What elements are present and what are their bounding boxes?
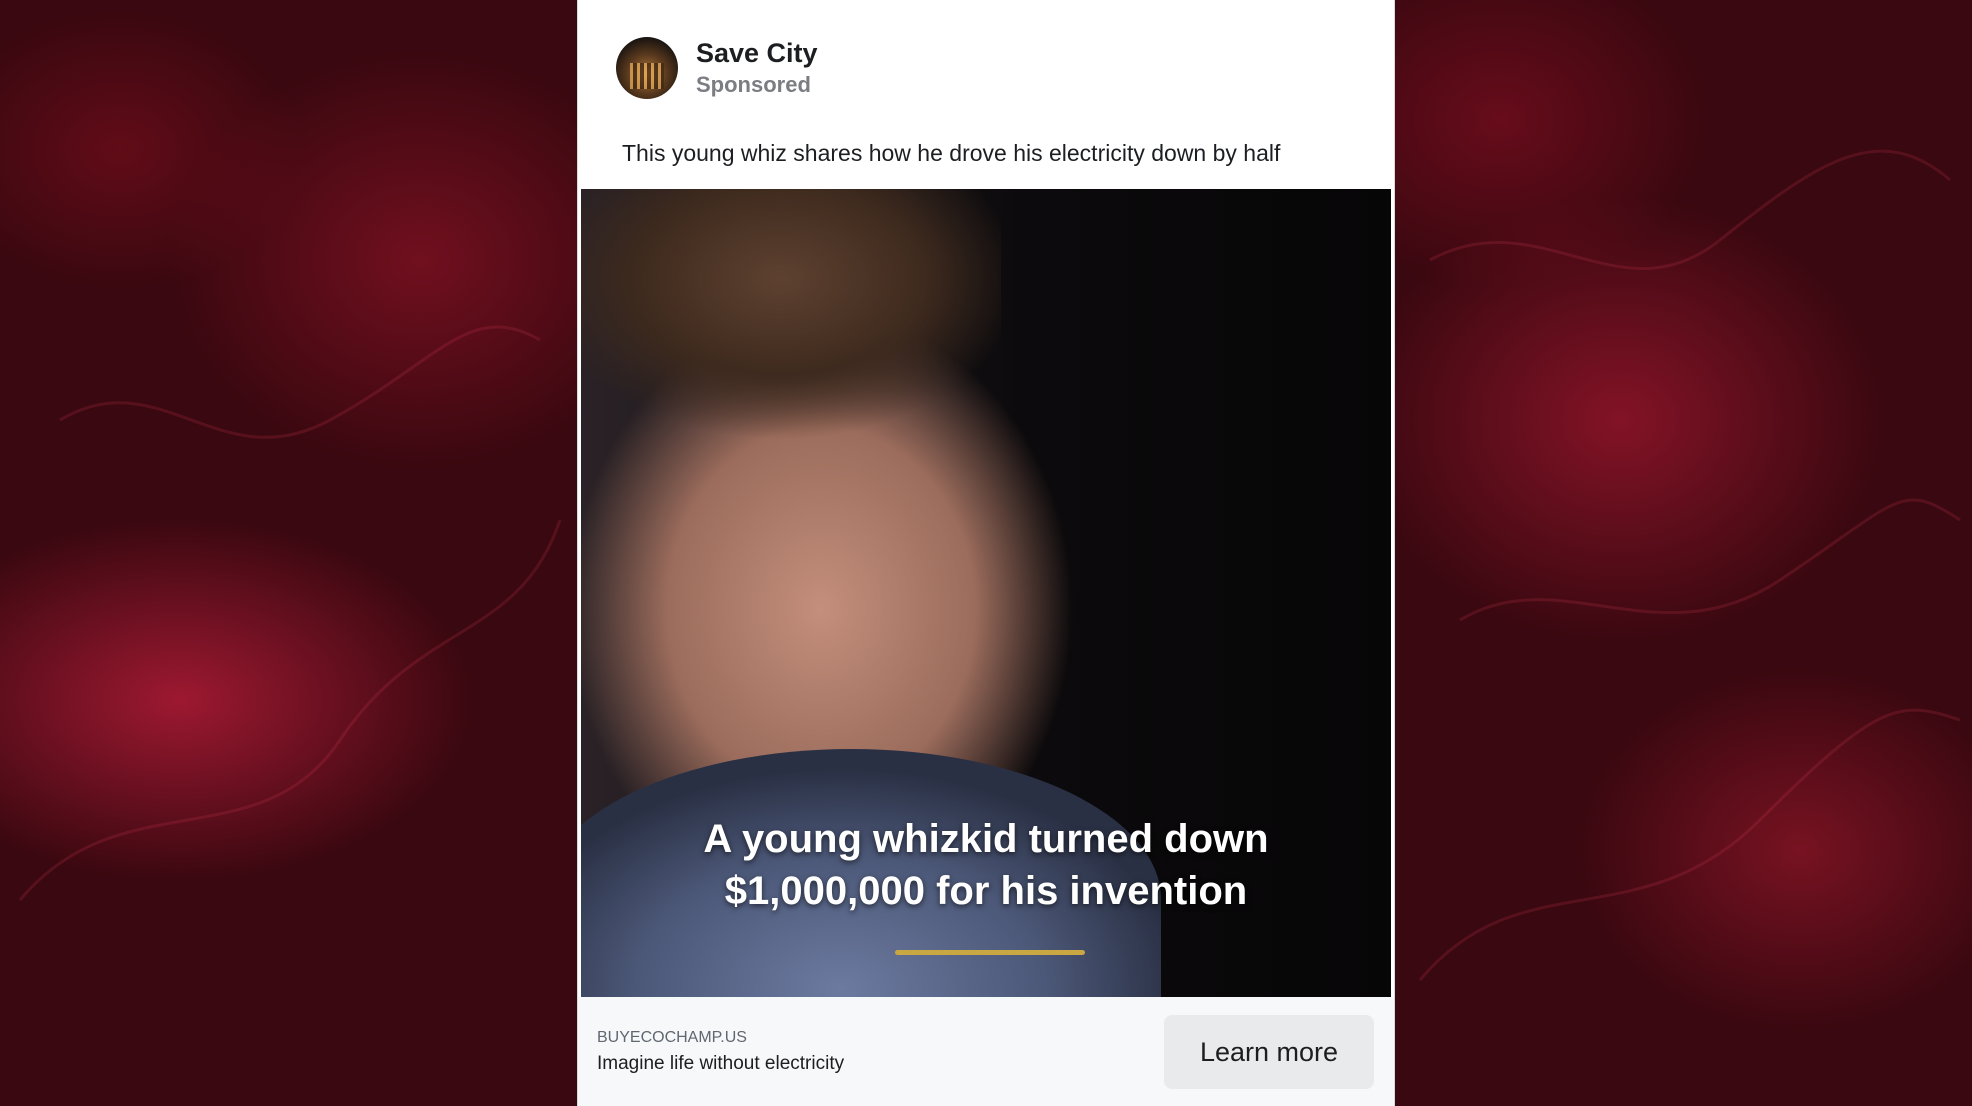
page-name-link[interactable]: Save City — [696, 36, 818, 70]
learn-more-button[interactable]: Learn more — [1164, 1015, 1374, 1089]
post-caption: This young whiz shares how he drove his … — [622, 140, 1281, 166]
overlay-line-2: $1,000,000 for his invention — [724, 869, 1248, 913]
sponsored-label[interactable]: Sponsored — [696, 70, 818, 100]
video-accent-bar — [895, 950, 1085, 955]
sponsored-post-card: Save City Sponsored This young whiz shar… — [578, 0, 1394, 1106]
post-header: Save City Sponsored — [616, 36, 818, 100]
ad-video[interactable]: A young whizkid turned down $1,000,000 f… — [581, 189, 1391, 997]
page-info: Save City Sponsored — [696, 36, 818, 100]
link-domain: BUYECOCHAMP.US — [597, 1029, 747, 1046]
page-avatar[interactable] — [616, 37, 678, 99]
link-headline: Imagine life without electricity — [597, 1053, 845, 1074]
video-overlay-text: A young whizkid turned down $1,000,000 f… — [581, 813, 1391, 917]
ad-link-footer[interactable]: BUYECOCHAMP.US Imagine life without elec… — [578, 997, 1394, 1106]
overlay-line-1: A young whizkid turned down — [703, 817, 1269, 861]
video-subject-hair — [581, 189, 1001, 489]
